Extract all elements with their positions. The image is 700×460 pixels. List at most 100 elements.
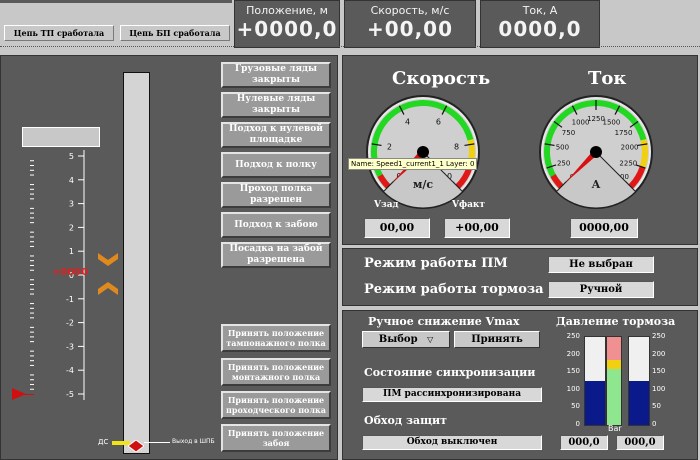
- pressure-indicator-red-zone: [607, 337, 621, 360]
- scale-tick-label: -4: [66, 366, 74, 375]
- speed-actual-value: +00,00: [444, 218, 510, 238]
- gauge-tick-label: 1500: [603, 119, 621, 127]
- pressure-bar-fill: [585, 381, 605, 425]
- position-label: Положение, м: [246, 4, 328, 17]
- speed-panel: Скорость, м/с +00,00: [344, 0, 476, 48]
- accept-position-button[interactable]: Принять положение монтажного полка: [221, 358, 331, 386]
- pressure-tick-label: 250: [566, 332, 580, 340]
- current-gauge-title: Ток: [588, 68, 627, 89]
- pressure-tick-label: 200: [652, 349, 666, 358]
- pressure-indicator-yellow-zone: [607, 359, 621, 369]
- vmax-select-value: Выбор: [378, 334, 418, 345]
- accept-position-button[interactable]: Принять положение тампонажного полка: [221, 324, 331, 352]
- status-button[interactable]: Подход к полку: [221, 152, 331, 178]
- position-line: [12, 394, 34, 395]
- gauge-tick-label: 2: [387, 143, 392, 152]
- speed-label: Скорость, м/с: [370, 4, 450, 17]
- tp-circuit-button[interactable]: Цепь ТП сработала: [4, 25, 114, 41]
- position-panel: Положение, м +0000,0: [234, 0, 340, 48]
- ds-label: ДС: [98, 438, 109, 446]
- pm-mode-label: Режим работы ПМ: [364, 256, 508, 271]
- bp-circuit-button[interactable]: Цепь БП сработала: [120, 25, 230, 41]
- status-button[interactable]: Подход к забою: [221, 212, 331, 238]
- speed-gauge-title: Скорость: [392, 68, 491, 89]
- status-button[interactable]: Проход полка разрешен: [221, 182, 331, 208]
- pressure-bar: [628, 336, 650, 426]
- scale-tick-label: 5: [69, 152, 74, 161]
- scale-tick-label: -1: [66, 295, 74, 304]
- status-button[interactable]: Грузовые ляды закрыты: [221, 62, 331, 88]
- speed-setpoint-value: 00,00: [364, 218, 430, 238]
- pressure-tick-label: 0: [575, 420, 580, 428]
- scale-tick-label: 2: [69, 223, 74, 232]
- current-label: Ток, А: [522, 4, 558, 17]
- vmax-accept-button[interactable]: Принять: [454, 331, 540, 348]
- scale-tick-label: 1: [69, 247, 74, 256]
- speed-gauge: 0246810м/с: [363, 92, 483, 216]
- brake-mode-value: Ручной: [548, 281, 654, 298]
- gauge-tick-label: 250: [557, 160, 570, 168]
- gauge-hub: [590, 146, 602, 158]
- pressure-tick-label: 250: [652, 332, 666, 340]
- gauge-tick-label: 2250: [619, 160, 637, 168]
- position-value: +0000,0: [236, 17, 338, 41]
- gauge-unit: м/с: [413, 178, 434, 191]
- pressure-bar: [584, 336, 606, 426]
- scale-tick-label: 3: [69, 200, 74, 209]
- pressure-title: Давление тормоза: [556, 315, 676, 328]
- scale-tick-label: -3: [66, 342, 74, 351]
- current-gauge-value: 0000,00: [570, 218, 638, 238]
- ds-text: Выход в ШПБ: [172, 438, 215, 445]
- pressure-tick-label: 50: [652, 402, 661, 411]
- gauge-tick-label: 6: [436, 118, 441, 127]
- left-pressure-value: 000,0: [560, 435, 608, 450]
- header-dotted-border: [0, 46, 700, 47]
- status-button[interactable]: Посадка на забой разрешена: [221, 242, 331, 268]
- pm-mode-value: Не выбран: [548, 256, 654, 273]
- current-gauge: 02505007501000125015001750200022502500А: [536, 92, 656, 216]
- pressure-tick-label: 100: [566, 384, 580, 393]
- scale-tick-label: 4: [69, 176, 74, 185]
- pressure-indicator: [606, 336, 622, 426]
- chevron-up-icon: [98, 282, 118, 302]
- current-gauge-svg: 02505007501000125015001750200022502500А: [539, 95, 653, 209]
- right-pressure-value: 000,0: [616, 435, 664, 450]
- pressure-tick-label: 0: [652, 420, 657, 428]
- gauge-tick-label: 750: [562, 129, 575, 137]
- status-button[interactable]: Подход к нулевой площадке: [221, 122, 331, 148]
- pressure-tick-label: 50: [571, 402, 580, 411]
- bar-unit-label: Bar: [608, 424, 622, 433]
- gauge-tick-label: 2000: [621, 144, 639, 152]
- pressure-tick-label: 150: [652, 367, 666, 376]
- brake-mode-label: Режим работы тормоза: [364, 282, 544, 297]
- status-button[interactable]: Нулевые ляды закрыты: [221, 92, 331, 118]
- sync-label: Состояние синхронизации: [364, 366, 536, 379]
- pressure-tick-label: 100: [652, 384, 666, 393]
- scale-tick-label: -2: [66, 319, 74, 328]
- chevron-down-icon: ▽: [427, 334, 434, 344]
- gauge-tooltip: Name: Speed1_current1_1 Layer: 0: [348, 158, 478, 170]
- gauge-unit: А: [592, 178, 601, 191]
- setpoint-label: Vзад: [374, 200, 399, 210]
- header-divider: [0, 0, 232, 3]
- accept-position-button[interactable]: Принять положение забоя: [221, 424, 331, 452]
- pressure-tick-label: 150: [566, 367, 580, 376]
- current-value: 0000,0: [498, 17, 582, 41]
- chevron-down-icon: [98, 253, 118, 273]
- speed-gauge-svg: 0246810м/с: [366, 95, 480, 209]
- pressure-tick-label: 200: [566, 349, 580, 358]
- gauge-tick-label: 500: [556, 144, 569, 152]
- pressure-bar-fill: [629, 381, 649, 425]
- vmax-select[interactable]: Выбор ▽: [362, 331, 450, 348]
- ds-line: [144, 442, 170, 443]
- actual-label: Vфакт: [452, 200, 486, 210]
- left-readout-box: [22, 127, 100, 147]
- bypass-label: Обход защит: [364, 414, 447, 427]
- position-readout: +0000: [52, 267, 89, 278]
- gauge-tick-label: 1750: [615, 129, 633, 137]
- speed-value: +00,00: [366, 17, 454, 41]
- shaft-column: [123, 72, 150, 454]
- gauge-hub: [417, 146, 429, 158]
- accept-position-button[interactable]: Принять положение проходческого полка: [221, 391, 331, 419]
- gauge-tick-label: 8: [454, 143, 459, 152]
